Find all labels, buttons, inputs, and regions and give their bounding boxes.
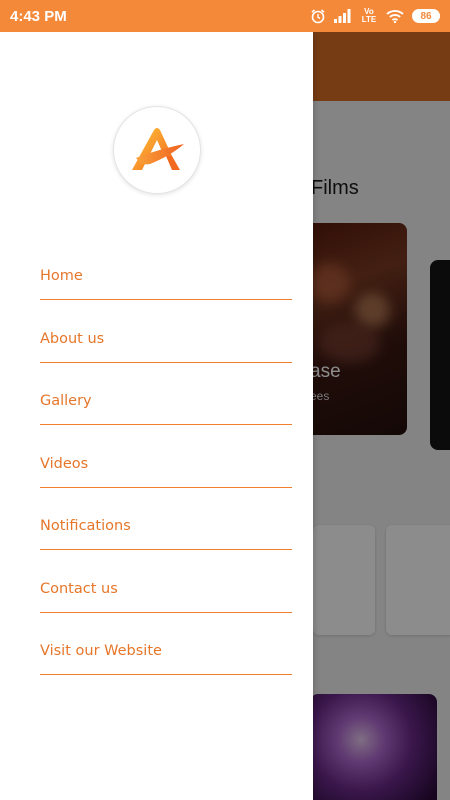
wifi-icon xyxy=(386,9,404,23)
menu-item-contact-us[interactable]: Contact us xyxy=(40,550,292,613)
status-bar: 4:43 PM Vo LTE 86 xyxy=(0,0,450,32)
menu-item-gallery[interactable]: Gallery xyxy=(40,363,292,425)
navigation-drawer: Home About us Gallery Videos Notificatio… xyxy=(0,32,313,800)
status-icons: Vo LTE 86 xyxy=(310,8,440,24)
battery-icon: 86 xyxy=(412,9,440,23)
volte-icon: Vo LTE xyxy=(361,7,377,24)
menu-item-visit-website[interactable]: Visit our Website xyxy=(40,613,292,675)
alarm-icon xyxy=(310,8,326,24)
drawer-menu: Home About us Gallery Videos Notificatio… xyxy=(40,250,292,675)
menu-item-videos[interactable]: Videos xyxy=(40,425,292,488)
menu-item-notifications[interactable]: Notifications xyxy=(40,488,292,550)
status-time: 4:43 PM xyxy=(10,7,67,25)
menu-item-home[interactable]: Home xyxy=(40,250,292,300)
app-logo-icon xyxy=(113,106,201,194)
menu-item-about-us[interactable]: About us xyxy=(40,300,292,363)
signal-icon xyxy=(334,9,352,23)
